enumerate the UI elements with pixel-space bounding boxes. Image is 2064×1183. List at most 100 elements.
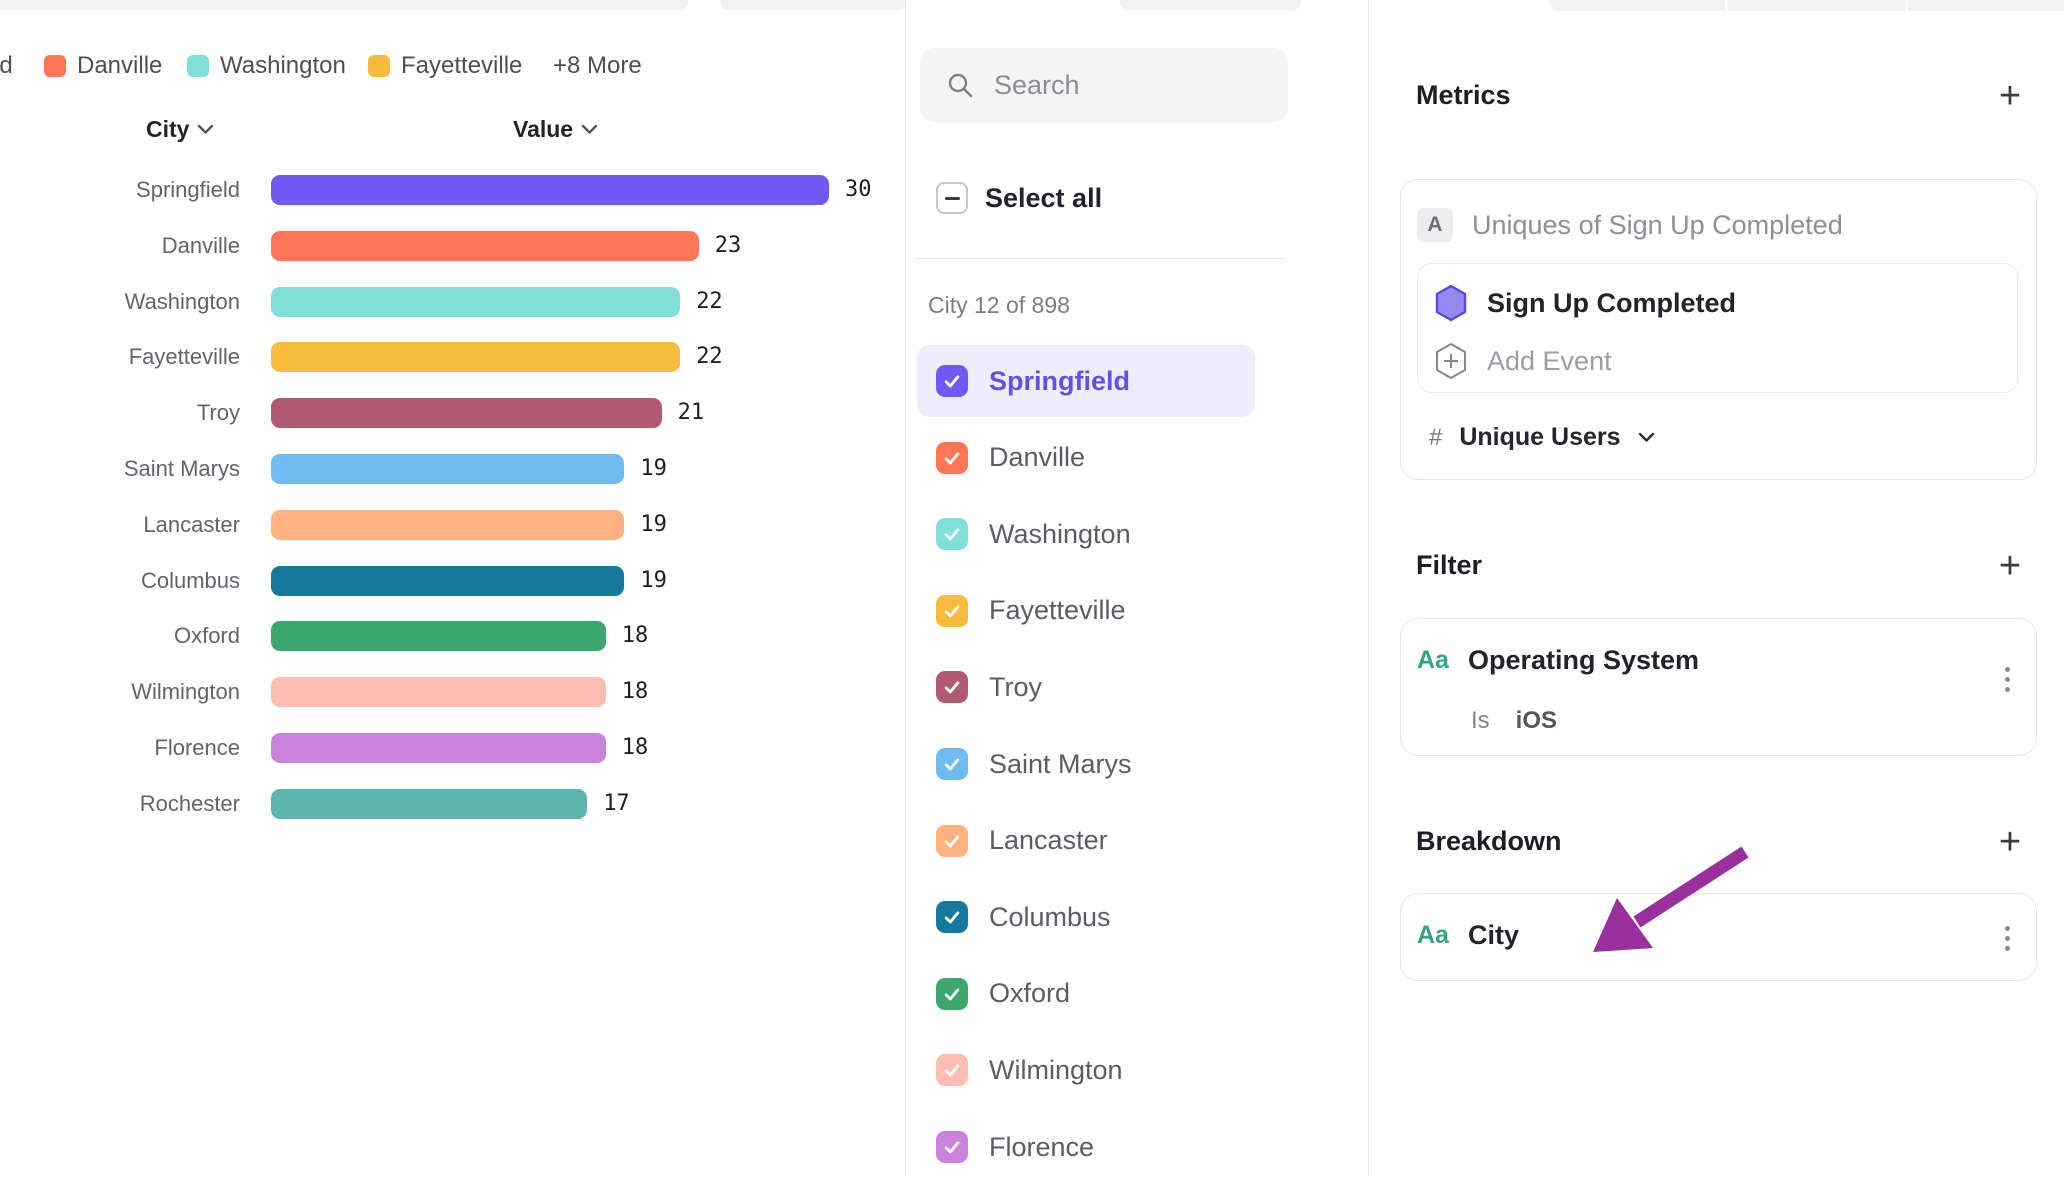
top-tab-sliver-mid (721, 0, 906, 10)
legend-item[interactable]: Washington (187, 52, 346, 80)
city-checkbox[interactable] (936, 1131, 968, 1163)
bar[interactable] (271, 175, 829, 205)
bar[interactable] (271, 733, 606, 763)
city-label: Washington (989, 519, 1131, 550)
city-list-item[interactable]: Troy (917, 651, 1255, 723)
city-checkbox[interactable] (936, 518, 968, 550)
city-label: Florence (989, 1132, 1094, 1163)
bar-category-label: Troy (0, 398, 240, 428)
add-filter-button[interactable]: + (1990, 546, 2030, 586)
bar-category-label: Wilmington (0, 677, 240, 707)
column-header-value[interactable]: Value (513, 116, 598, 143)
segment-divider (1905, 0, 1908, 11)
city-checkbox[interactable] (936, 901, 968, 933)
bar[interactable] (271, 287, 680, 317)
city-list-item[interactable]: Florence (917, 1111, 1255, 1183)
bar-category-label: Danville (0, 231, 240, 261)
metrics-heading: Metrics (1416, 80, 1511, 111)
segment-divider (1725, 0, 1728, 11)
filter-card[interactable]: Aa Operating System Is iOS (1400, 618, 2037, 756)
bar-value-label: 19 (640, 510, 667, 540)
kebab-menu-icon[interactable] (2001, 922, 2014, 955)
bar-value-label: 30 (845, 175, 872, 205)
bar-value-label: 19 (640, 566, 667, 596)
bar[interactable] (271, 621, 606, 651)
city-list-item[interactable]: Wilmington (917, 1034, 1255, 1106)
measure-prefix: # (1429, 424, 1442, 452)
city-checkbox[interactable] (936, 1054, 968, 1086)
kebab-menu-icon[interactable] (2001, 663, 2014, 696)
add-metric-button[interactable]: + (1990, 76, 2030, 116)
city-checkbox[interactable] (936, 748, 968, 780)
search-input[interactable] (992, 69, 1256, 102)
filter-value[interactable]: iOS (1516, 707, 1557, 735)
city-checkbox[interactable] (936, 825, 968, 857)
city-list-item[interactable]: Columbus (917, 881, 1255, 953)
legend-swatch (44, 55, 66, 77)
search-box[interactable] (920, 48, 1288, 122)
city-checkbox[interactable] (936, 595, 968, 627)
legend-more-button[interactable]: +8 More (553, 52, 642, 80)
chevron-down-icon (1638, 432, 1655, 443)
add-breakdown-button[interactable]: + (1990, 822, 2030, 862)
select-all-checkbox[interactable] (936, 182, 968, 214)
hexagon-add-icon (1434, 342, 1468, 380)
filter-operator[interactable]: Is (1471, 707, 1490, 735)
metric-letter-badge: A (1417, 208, 1453, 242)
city-checkbox[interactable] (936, 442, 968, 474)
bar[interactable] (271, 398, 662, 428)
bar[interactable] (271, 231, 699, 261)
annotation-arrow-icon (1555, 830, 1765, 975)
bar-category-label: Florence (0, 733, 240, 763)
bar[interactable] (271, 342, 680, 372)
bar[interactable] (271, 510, 624, 540)
event-card[interactable]: Sign Up Completed Add Event (1417, 263, 2018, 393)
legend-label: Washington (220, 52, 346, 80)
bar-value-label: 18 (622, 677, 649, 707)
bar[interactable] (271, 677, 606, 707)
bar[interactable] (271, 566, 624, 596)
city-checkbox[interactable] (936, 978, 968, 1010)
column-header-city-label: City (146, 116, 189, 143)
city-list-item[interactable]: Washington (917, 498, 1255, 570)
city-label: Saint Marys (989, 749, 1132, 780)
checkbox-check-icon (942, 371, 962, 391)
column-header-city[interactable]: City (146, 116, 214, 143)
legend-label: ld (0, 52, 13, 80)
bar[interactable] (271, 454, 624, 484)
metric-card[interactable]: A Uniques of Sign Up Completed Sign Up C… (1400, 179, 2037, 480)
metric-summary: Uniques of Sign Up Completed (1472, 210, 1843, 241)
add-event-button[interactable]: Add Event (1487, 346, 1612, 377)
checkbox-check-icon (942, 601, 962, 621)
city-label: Lancaster (989, 825, 1108, 856)
select-all-label: Select all (985, 183, 1102, 214)
legend-item[interactable]: Fayetteville (368, 52, 522, 80)
bar-value-label: 22 (696, 287, 723, 317)
legend-more-label: +8 More (553, 52, 642, 80)
filter-heading: Filter (1416, 550, 1482, 581)
city-list-item[interactable]: Danville (917, 422, 1255, 494)
sort-chevron-icon (197, 124, 214, 135)
bar[interactable] (271, 789, 587, 819)
select-all-row[interactable]: Select all (936, 182, 1102, 214)
city-label: Springfield (989, 366, 1130, 397)
city-checkbox[interactable] (936, 671, 968, 703)
city-list-item[interactable]: Fayetteville (917, 575, 1255, 647)
bar-value-label: 22 (696, 342, 723, 372)
city-list-item[interactable]: Oxford (917, 958, 1255, 1030)
bar-value-label: 18 (622, 733, 649, 763)
property-type-badge: Aa (1417, 921, 1449, 950)
city-list-item[interactable]: Saint Marys (917, 728, 1255, 800)
city-checkbox[interactable] (936, 365, 968, 397)
city-label: Troy (989, 672, 1042, 703)
city-list-item[interactable]: Springfield (917, 345, 1255, 417)
checkbox-check-icon (942, 1060, 962, 1080)
city-label: Columbus (989, 902, 1111, 933)
property-type-badge: Aa (1417, 646, 1449, 675)
top-tab-sliver-right (1120, 0, 1301, 10)
legend-item-clipped: ld (0, 52, 13, 80)
city-list-item[interactable]: Lancaster (917, 805, 1255, 877)
legend-item[interactable]: Danville (44, 52, 162, 80)
bar-category-label: Columbus (0, 566, 240, 596)
measure-selector[interactable]: # Unique Users (1429, 423, 1655, 452)
